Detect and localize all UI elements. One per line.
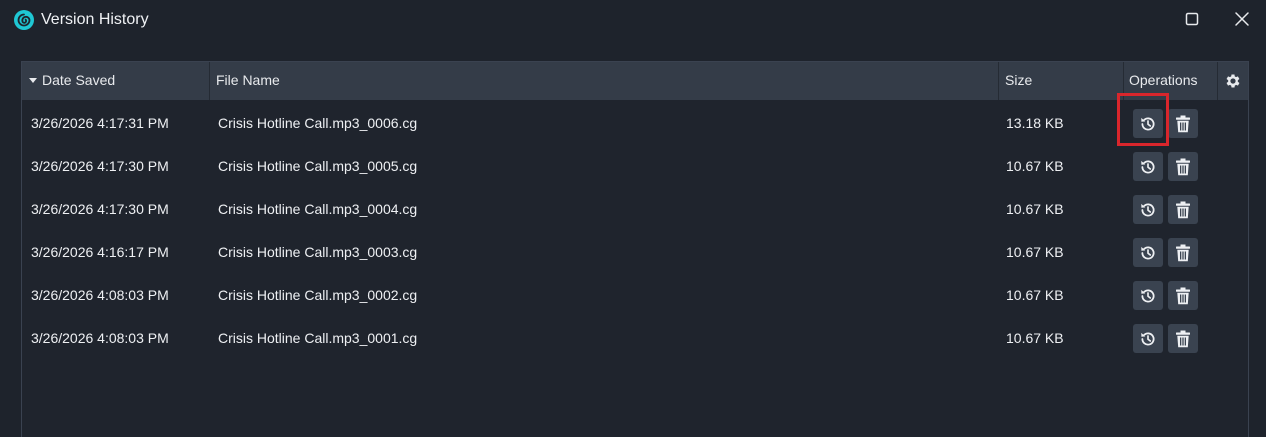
- restore-version-button[interactable]: [1133, 324, 1163, 353]
- title-bar: Version History: [0, 0, 1266, 40]
- table-row[interactable]: 3/26/2026 4:17:31 PM Crisis Hotline Call.…: [22, 102, 1248, 145]
- file-name-cell: Crisis Hotline Call.mp3_0005.cg: [218, 158, 418, 174]
- file-name-cell: Crisis Hotline Call.mp3_0003.cg: [218, 244, 418, 260]
- restore-history-icon: [1141, 203, 1155, 216]
- date-saved-cell: 3/26/2026 4:17:31 PM: [31, 115, 169, 131]
- maximize-icon: [1185, 12, 1199, 26]
- restore-version-button[interactable]: [1133, 109, 1163, 138]
- trash-icon: [1176, 330, 1190, 347]
- delete-version-button[interactable]: [1168, 238, 1198, 267]
- file-name-cell: Crisis Hotline Call.mp3_0004.cg: [218, 201, 418, 217]
- file-name-cell: Crisis Hotline Call.mp3_0002.cg: [218, 287, 418, 303]
- table-row[interactable]: 3/26/2026 4:17:30 PM Crisis Hotline Call.…: [22, 188, 1248, 231]
- trash-icon: [1176, 115, 1190, 132]
- delete-version-button[interactable]: [1168, 281, 1198, 310]
- delete-version-button[interactable]: [1168, 195, 1198, 224]
- table-header: Date Saved File Name Size Operations: [22, 62, 1248, 100]
- delete-version-button[interactable]: [1168, 324, 1198, 353]
- restore-version-button[interactable]: [1133, 238, 1163, 267]
- close-icon: [1235, 12, 1249, 26]
- maximize-button[interactable]: [1172, 4, 1212, 34]
- trash-icon: [1176, 287, 1190, 304]
- size-cell: 10.67 KB: [1006, 201, 1064, 217]
- size-cell: 10.67 KB: [1006, 287, 1064, 303]
- column-header-operations: Operations: [1124, 62, 1218, 100]
- restore-history-icon: [1141, 332, 1155, 345]
- restore-version-button[interactable]: [1133, 281, 1163, 310]
- restore-version-button[interactable]: [1133, 195, 1163, 224]
- table-row[interactable]: 3/26/2026 4:16:17 PM Crisis Hotline Call.…: [22, 231, 1248, 274]
- window-title: Version History: [41, 11, 149, 28]
- sort-descending-icon: [29, 78, 37, 83]
- trash-icon: [1176, 158, 1190, 175]
- date-saved-cell: 3/26/2026 4:08:03 PM: [31, 287, 169, 303]
- size-cell: 10.67 KB: [1006, 158, 1064, 174]
- column-header-label: Date Saved: [42, 72, 116, 88]
- restore-history-icon: [1141, 246, 1155, 259]
- spiral-logo-icon: [14, 10, 34, 30]
- close-button[interactable]: [1222, 4, 1262, 34]
- table-row[interactable]: 3/26/2026 4:08:03 PM Crisis Hotline Call.…: [22, 274, 1248, 317]
- size-cell: 10.67 KB: [1006, 244, 1064, 260]
- column-settings-button[interactable]: [1218, 62, 1248, 100]
- size-cell: 10.67 KB: [1006, 330, 1064, 346]
- restore-history-icon: [1141, 160, 1155, 173]
- file-name-cell: Crisis Hotline Call.mp3_0006.cg: [218, 115, 418, 131]
- date-saved-cell: 3/26/2026 4:17:30 PM: [31, 158, 169, 174]
- restore-history-icon: [1141, 289, 1155, 302]
- trash-icon: [1176, 201, 1190, 218]
- file-name-cell: Crisis Hotline Call.mp3_0001.cg: [218, 330, 418, 346]
- version-table: Date Saved File Name Size Operations 3/2…: [21, 61, 1249, 437]
- restore-version-button[interactable]: [1133, 152, 1163, 181]
- size-cell: 13.18 KB: [1006, 115, 1064, 131]
- date-saved-cell: 3/26/2026 4:17:30 PM: [31, 201, 169, 217]
- date-saved-cell: 3/26/2026 4:08:03 PM: [31, 330, 169, 346]
- version-history-window: Version History Date Saved File Name Siz…: [0, 0, 1266, 437]
- column-header-date-saved[interactable]: Date Saved: [22, 62, 210, 100]
- restore-history-icon: [1141, 117, 1155, 130]
- table-row[interactable]: 3/26/2026 4:08:03 PM Crisis Hotline Call.…: [22, 317, 1248, 360]
- trash-icon: [1176, 244, 1190, 261]
- delete-version-button[interactable]: [1168, 109, 1198, 138]
- date-saved-cell: 3/26/2026 4:16:17 PM: [31, 244, 169, 260]
- table-row[interactable]: 3/26/2026 4:17:30 PM Crisis Hotline Call.…: [22, 145, 1248, 188]
- column-header-label: Operations: [1129, 72, 1198, 88]
- column-header-file-name[interactable]: File Name: [210, 62, 999, 100]
- gear-icon: [1226, 74, 1240, 88]
- delete-version-button[interactable]: [1168, 152, 1198, 181]
- column-header-size[interactable]: Size: [999, 62, 1124, 100]
- column-header-label: File Name: [216, 72, 280, 88]
- column-header-label: Size: [1005, 72, 1033, 88]
